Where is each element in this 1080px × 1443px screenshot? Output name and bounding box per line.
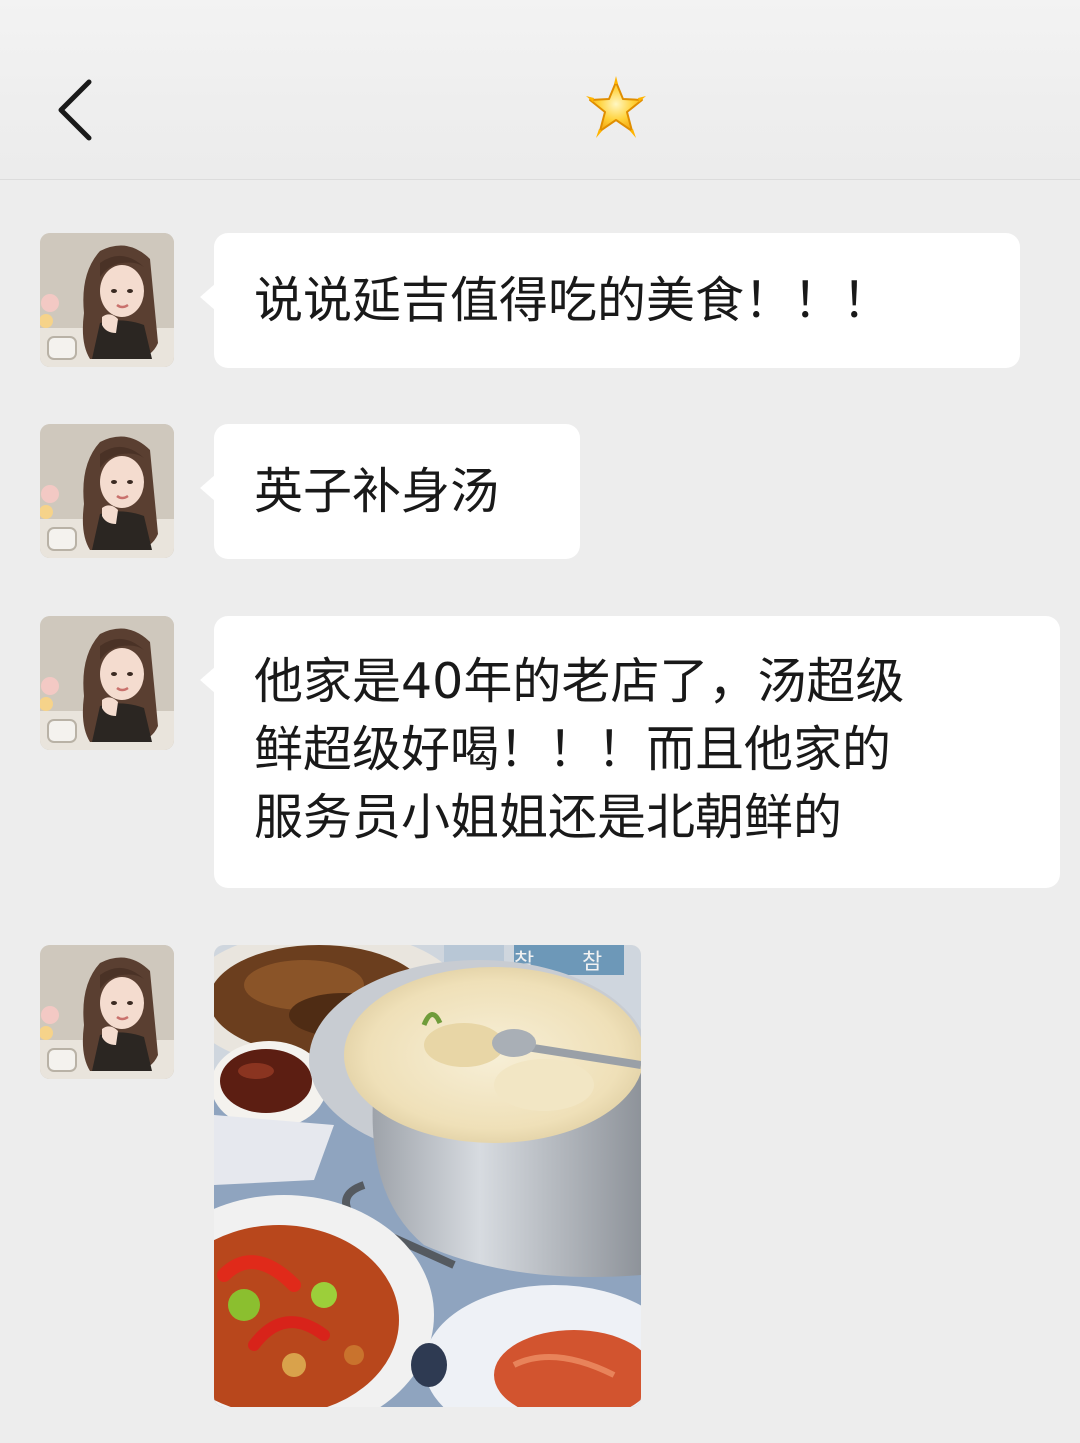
message-text: 说说延吉值得吃的美食！！！ bbox=[254, 272, 892, 329]
avatar[interactable] bbox=[40, 233, 174, 367]
glowing-star-icon bbox=[586, 76, 646, 138]
chevron-left-icon bbox=[58, 79, 92, 141]
chat-screen: 说说延吉值得吃的美食！！！ 英子补身汤 他家是40年的老店了，汤超级 鲜超级好喝… bbox=[0, 0, 1080, 1443]
message-bubble[interactable]: 他家是40年的老店了，汤超级 鲜超级好喝！！！而且他家的 服务员小姐姐还是北朝鲜… bbox=[200, 616, 1060, 888]
back-button[interactable] bbox=[40, 70, 110, 150]
avatar[interactable] bbox=[40, 424, 174, 558]
svg-text:참: 참 bbox=[582, 950, 602, 975]
message-text-line: 鲜超级好喝！！！而且他家的 bbox=[254, 721, 892, 778]
message-text-line: 他家是40年的老店了，汤超级 bbox=[254, 653, 905, 710]
message-text-line: 服务员小姐姐还是北朝鲜的 bbox=[254, 789, 843, 846]
avatar[interactable] bbox=[40, 945, 174, 1079]
message-bubble[interactable]: 说说延吉值得吃的美食！！！ bbox=[200, 233, 1020, 368]
message-text: 英子补身汤 bbox=[254, 463, 500, 520]
food-photo[interactable]: 참 참 bbox=[214, 945, 641, 1407]
message-bubble[interactable]: 英子补身汤 bbox=[200, 424, 580, 559]
chat-header bbox=[0, 0, 1080, 180]
avatar[interactable] bbox=[40, 616, 174, 750]
